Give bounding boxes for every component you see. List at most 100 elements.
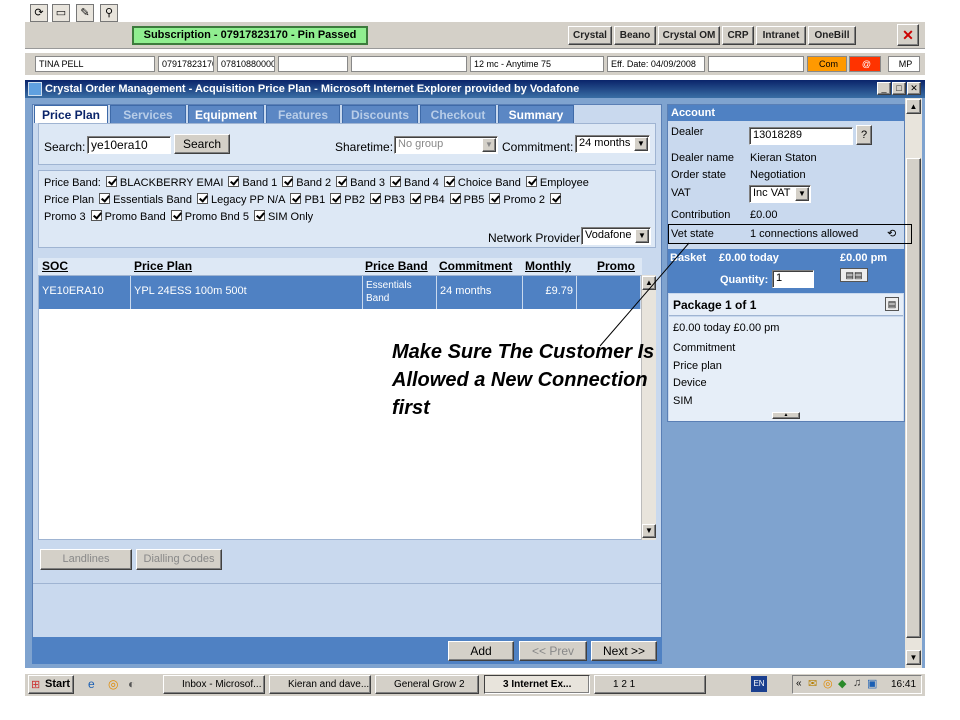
checkbox[interactable]	[330, 193, 342, 204]
basket-copy-icon[interactable]: ▤▤	[840, 268, 868, 282]
checkbox[interactable]	[228, 176, 240, 187]
refresh-vet-icon[interactable]: ⟲	[887, 227, 896, 240]
vat-label: VAT	[671, 187, 691, 199]
filter-label: Promo Band	[104, 211, 166, 223]
chevron-down-icon[interactable]: ▼	[482, 138, 496, 152]
task-general-grow[interactable]: General Grow 2	[375, 675, 479, 694]
checkbox[interactable]	[370, 193, 382, 204]
scroll-down-icon[interactable]: ▼	[906, 650, 921, 665]
maximize-icon[interactable]: □	[892, 82, 906, 95]
tab-equipment[interactable]: Equipment	[188, 105, 264, 123]
commitment-label: Commitment:	[502, 140, 574, 154]
refresh-icon[interactable]: ⟳	[30, 4, 48, 22]
task-inbox[interactable]: Inbox - Microsof...	[163, 675, 265, 694]
tray-volume-icon[interactable]: ♫	[853, 677, 861, 689]
sharetime-select[interactable]: No group ▼	[394, 136, 498, 154]
checkbox[interactable]	[390, 176, 402, 187]
scroll-up-icon[interactable]: ▲	[906, 99, 921, 114]
desktop-quicklaunch-icon[interactable]: ◐	[128, 677, 135, 691]
column-price-plan[interactable]: Price Plan	[134, 259, 192, 273]
outlook-quicklaunch-icon[interactable]: ◎	[108, 677, 118, 691]
at-indicator[interactable]: @	[849, 56, 881, 72]
table-row[interactable]: YE10ERA10 YPL 24ESS 100m 500t Essentials…	[39, 276, 641, 309]
ie-quicklaunch-icon[interactable]: e	[88, 677, 95, 691]
nav-crystal-om-button[interactable]: Crystal OM	[658, 26, 720, 45]
dealer-help-button[interactable]: ?	[856, 125, 872, 145]
checkbox[interactable]	[90, 210, 102, 221]
notes-icon[interactable]: ✎	[76, 4, 94, 22]
checkbox[interactable]	[525, 176, 537, 187]
search-button[interactable]: Search	[174, 134, 230, 154]
next-button[interactable]: Next >>	[591, 641, 657, 661]
scroll-down-icon[interactable]: ▼	[642, 524, 656, 538]
nav-onebill-button[interactable]: OneBill	[808, 26, 856, 45]
tray-network-icon[interactable]: ◆	[838, 677, 846, 690]
tab-features[interactable]: Features	[266, 105, 340, 123]
search-input[interactable]: ye10era10	[87, 136, 171, 154]
column-commitment[interactable]: Commitment	[439, 259, 512, 273]
checkbox[interactable]	[197, 193, 209, 204]
checkbox[interactable]	[443, 176, 455, 187]
column-monthly[interactable]: Monthly	[525, 259, 571, 273]
dialling-codes-button[interactable]: Dialling Codes	[136, 549, 222, 570]
checkbox[interactable]	[290, 193, 302, 204]
nav-intranet-button[interactable]: Intranet	[756, 26, 806, 45]
prev-button[interactable]: << Prev	[519, 641, 587, 661]
task-internet-explorer[interactable]: 3 Internet Ex...	[484, 675, 590, 694]
dealer-name-label: Dealer name	[671, 152, 734, 164]
column-price-band[interactable]: Price Band	[365, 259, 428, 273]
close-icon[interactable]: ✕	[897, 24, 919, 46]
column-soc[interactable]: SOC	[42, 259, 68, 273]
quantity-label: Quantity:	[720, 274, 769, 286]
minimize-icon[interactable]: _	[877, 82, 891, 95]
nav-beano-button[interactable]: Beano	[614, 26, 656, 45]
checkbox[interactable]	[282, 176, 294, 187]
package-edit-icon[interactable]: ▤	[885, 297, 899, 311]
search-icon[interactable]: ⚲	[100, 4, 118, 22]
chevron-down-icon[interactable]: ▼	[795, 187, 809, 201]
tab-checkout[interactable]: Checkout	[420, 105, 496, 123]
tray-outlook-icon[interactable]: ◎	[823, 677, 833, 690]
landlines-button[interactable]: Landlines	[40, 549, 132, 570]
network-provider-label: Network Provider:	[488, 231, 584, 245]
tab-discounts[interactable]: Discounts	[342, 105, 418, 123]
price-band-line-1: Price Band: BLACKBERRY EMAI Band 1 Band 2 Ba…	[44, 176, 589, 189]
task-kieran[interactable]: Kieran and dave...	[269, 675, 371, 694]
tariff-info: 12 mc - Anytime 75	[470, 56, 604, 72]
package-item: SIM	[673, 395, 693, 407]
price-band-label: Price Band:	[44, 177, 101, 189]
nav-crp-button[interactable]: CRP	[722, 26, 754, 45]
checkbox[interactable]	[550, 193, 561, 204]
com-indicator[interactable]: Com	[807, 56, 847, 72]
chevron-down-icon[interactable]: ▼	[634, 137, 648, 151]
language-indicator[interactable]: EN	[751, 676, 767, 692]
tray-mail-icon[interactable]: ✉	[808, 677, 817, 690]
tray-expand-icon[interactable]: «	[796, 678, 802, 689]
tab-services[interactable]: Services	[110, 105, 186, 123]
filter-label: PB4	[423, 194, 445, 206]
checkbox[interactable]	[336, 176, 348, 187]
window-icon[interactable]: ▭	[52, 4, 70, 22]
window-close-icon[interactable]: ✕	[907, 82, 921, 95]
checkbox[interactable]	[449, 193, 461, 204]
page-scrollbar[interactable]: ▲ ▼	[905, 98, 922, 668]
mp-indicator[interactable]: MP	[888, 56, 920, 72]
task-folder[interactable]: 1 2 1	[594, 675, 706, 694]
add-button[interactable]: Add	[448, 641, 514, 661]
tab-price-plan[interactable]: Price Plan	[34, 105, 108, 123]
dealer-input[interactable]: 13018289	[749, 127, 853, 145]
filter-label: Band 4	[404, 177, 439, 189]
checkbox[interactable]	[409, 193, 421, 204]
checkbox[interactable]	[489, 193, 501, 204]
checkbox[interactable]	[253, 210, 265, 221]
expand-handle-icon[interactable]: ▲	[772, 412, 800, 419]
checkbox[interactable]	[99, 193, 111, 204]
commitment-select[interactable]: 24 months ▼	[575, 135, 650, 153]
quantity-input[interactable]: 1	[772, 270, 814, 288]
tab-summary[interactable]: Summary	[498, 105, 574, 123]
tray-monitor-icon[interactable]: ▣	[867, 677, 877, 690]
checkbox[interactable]	[105, 176, 117, 187]
checkbox[interactable]	[170, 210, 182, 221]
nav-crystal-button[interactable]: Crystal	[568, 26, 612, 45]
vat-select[interactable]: Inc VAT ▼	[749, 185, 811, 203]
